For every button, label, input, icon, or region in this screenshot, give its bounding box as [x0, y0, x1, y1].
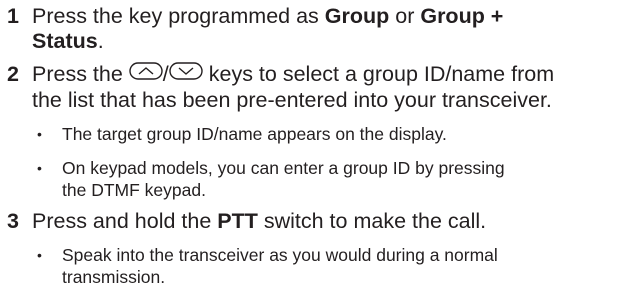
step-text-part: .	[97, 29, 104, 53]
step-3-bullet-1: • Speak into the transceiver as you woul…	[0, 244, 633, 288]
step-text-part: switch to make the call.	[257, 208, 487, 233]
step-text-part: the list that has been pre-entered into …	[32, 87, 552, 112]
group-key-label: Group	[324, 4, 390, 28]
step-2-bullet-1: • The target group ID/name appears on th…	[0, 123, 633, 145]
bullet-text: the DTMF keypad.	[62, 179, 206, 200]
step-1: 1 Press the key programmed as Group or G…	[0, 4, 633, 54]
step-text-part: Press the key programmed as	[32, 4, 325, 28]
step-text: Press the key programmed as Group or Gro…	[32, 4, 633, 54]
bullet-icon: •	[37, 125, 42, 142]
bullet-text: Speak into the transceiver as you would …	[62, 244, 498, 265]
step-number: 1	[7, 4, 19, 28]
step-2: 2 Press the / keys to select a group ID/…	[0, 62, 633, 113]
step-number: 2	[7, 62, 19, 86]
step-text-part: keys to select a group ID/name from	[202, 62, 555, 86]
step-2-bullet-2: • On keypad models, you can enter a grou…	[0, 157, 633, 201]
group-status-key-label: Group +	[420, 4, 504, 28]
bullet-icon: •	[37, 246, 42, 263]
bullet-text: transmission.	[62, 266, 166, 287]
step-3: 3 Press and hold the PTT switch to make …	[0, 209, 633, 234]
bullet-text: The target group ID/name appears on the …	[62, 123, 447, 144]
bullet-text: On keypad models, you can enter a group …	[62, 157, 505, 178]
step-text: Press the / keys to select a group ID/na…	[32, 62, 633, 113]
ptt-key-label: PTT	[217, 208, 258, 233]
step-text-part: Press the	[32, 62, 129, 86]
step-text: Press and hold the PTT switch to make th…	[32, 209, 633, 234]
group-status-key-label-cont: Status	[32, 29, 98, 53]
down-arrow-key-icon	[169, 61, 203, 86]
step-text-part: or	[389, 4, 421, 28]
bullet-icon: •	[37, 159, 42, 176]
step-number: 3	[7, 208, 19, 233]
instruction-steps: 1 Press the key programmed as Group or G…	[0, 0, 633, 287]
step-text-part: Press and hold the	[32, 208, 218, 233]
up-arrow-key-icon	[129, 61, 163, 86]
